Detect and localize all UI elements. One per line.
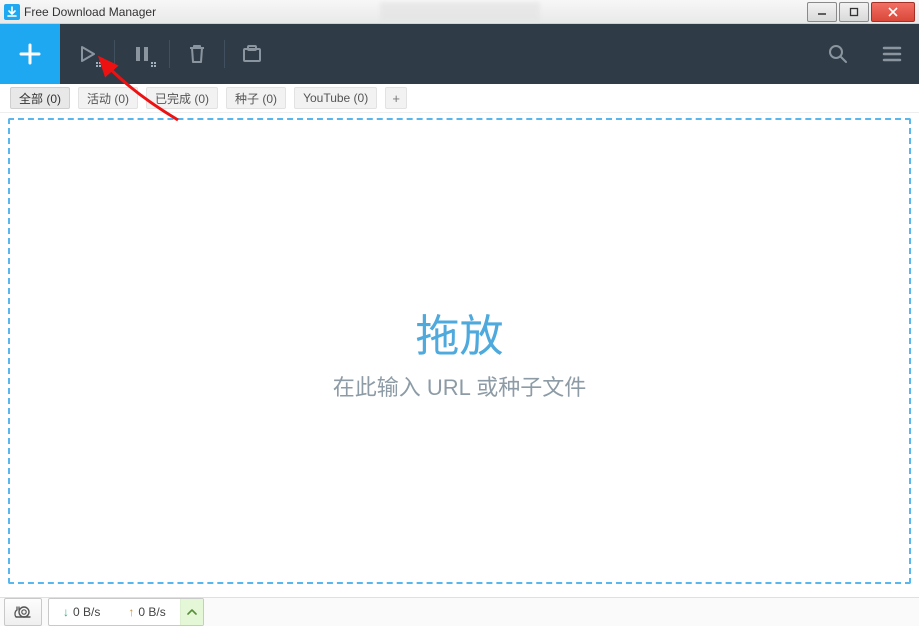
drop-subtitle: 在此输入 URL 或种子文件 xyxy=(333,370,586,402)
speed-indicator: ↓ 0 B/s ↑ 0 B/s xyxy=(48,598,204,626)
tab-torrents[interactable]: 种子 (0) xyxy=(226,87,286,109)
minimize-button[interactable] xyxy=(807,2,837,22)
pause-all-dots-icon xyxy=(151,62,156,67)
search-button[interactable] xyxy=(811,24,865,84)
download-arrow-icon: ↓ xyxy=(63,605,69,619)
drop-title: 拖放 xyxy=(416,300,504,364)
maximize-button[interactable] xyxy=(839,2,869,22)
upload-arrow-icon: ↑ xyxy=(128,605,134,619)
titlebar: Free Download Manager xyxy=(0,0,919,24)
pause-button[interactable] xyxy=(115,24,169,84)
filter-tabs: 全部 (0) 活动 (0) 已完成 (0) 种子 (0) YouTube (0)… xyxy=(0,84,919,113)
background-blur xyxy=(380,2,540,22)
content-area: 拖放 在此输入 URL 或种子文件 xyxy=(8,118,911,584)
toolbar-group-actions xyxy=(60,24,279,84)
menu-button[interactable] xyxy=(865,24,919,84)
chevron-up-icon xyxy=(187,608,197,616)
close-button[interactable] xyxy=(871,2,915,22)
speed-limit-button[interactable] xyxy=(4,598,42,626)
app-icon xyxy=(4,4,20,20)
window-controls xyxy=(805,2,915,22)
download-speed-value: 0 B/s xyxy=(73,605,100,619)
snail-icon xyxy=(13,604,33,620)
delete-button[interactable] xyxy=(170,24,224,84)
toolbar-right xyxy=(811,24,919,84)
drop-zone[interactable]: 拖放 在此输入 URL 或种子文件 xyxy=(8,118,911,584)
speed-menu-button[interactable] xyxy=(180,599,203,625)
download-speed: ↓ 0 B/s xyxy=(49,605,114,619)
tab-youtube[interactable]: YouTube (0) xyxy=(294,87,377,109)
upload-speed-value: 0 B/s xyxy=(138,605,165,619)
start-button[interactable] xyxy=(60,24,114,84)
app-title: Free Download Manager xyxy=(24,5,156,19)
tab-active[interactable]: 活动 (0) xyxy=(78,87,138,109)
add-download-button[interactable] xyxy=(0,24,60,84)
main-toolbar xyxy=(0,24,919,84)
tab-completed[interactable]: 已完成 (0) xyxy=(146,87,218,109)
status-bar: ↓ 0 B/s ↑ 0 B/s xyxy=(0,597,919,626)
tab-all[interactable]: 全部 (0) xyxy=(10,87,70,109)
app-window: Free Download Manager xyxy=(0,0,919,626)
upload-speed: ↑ 0 B/s xyxy=(114,605,179,619)
open-folder-button[interactable] xyxy=(225,24,279,84)
start-all-dots-icon xyxy=(96,62,101,67)
add-tab-button[interactable]: + xyxy=(385,87,407,109)
